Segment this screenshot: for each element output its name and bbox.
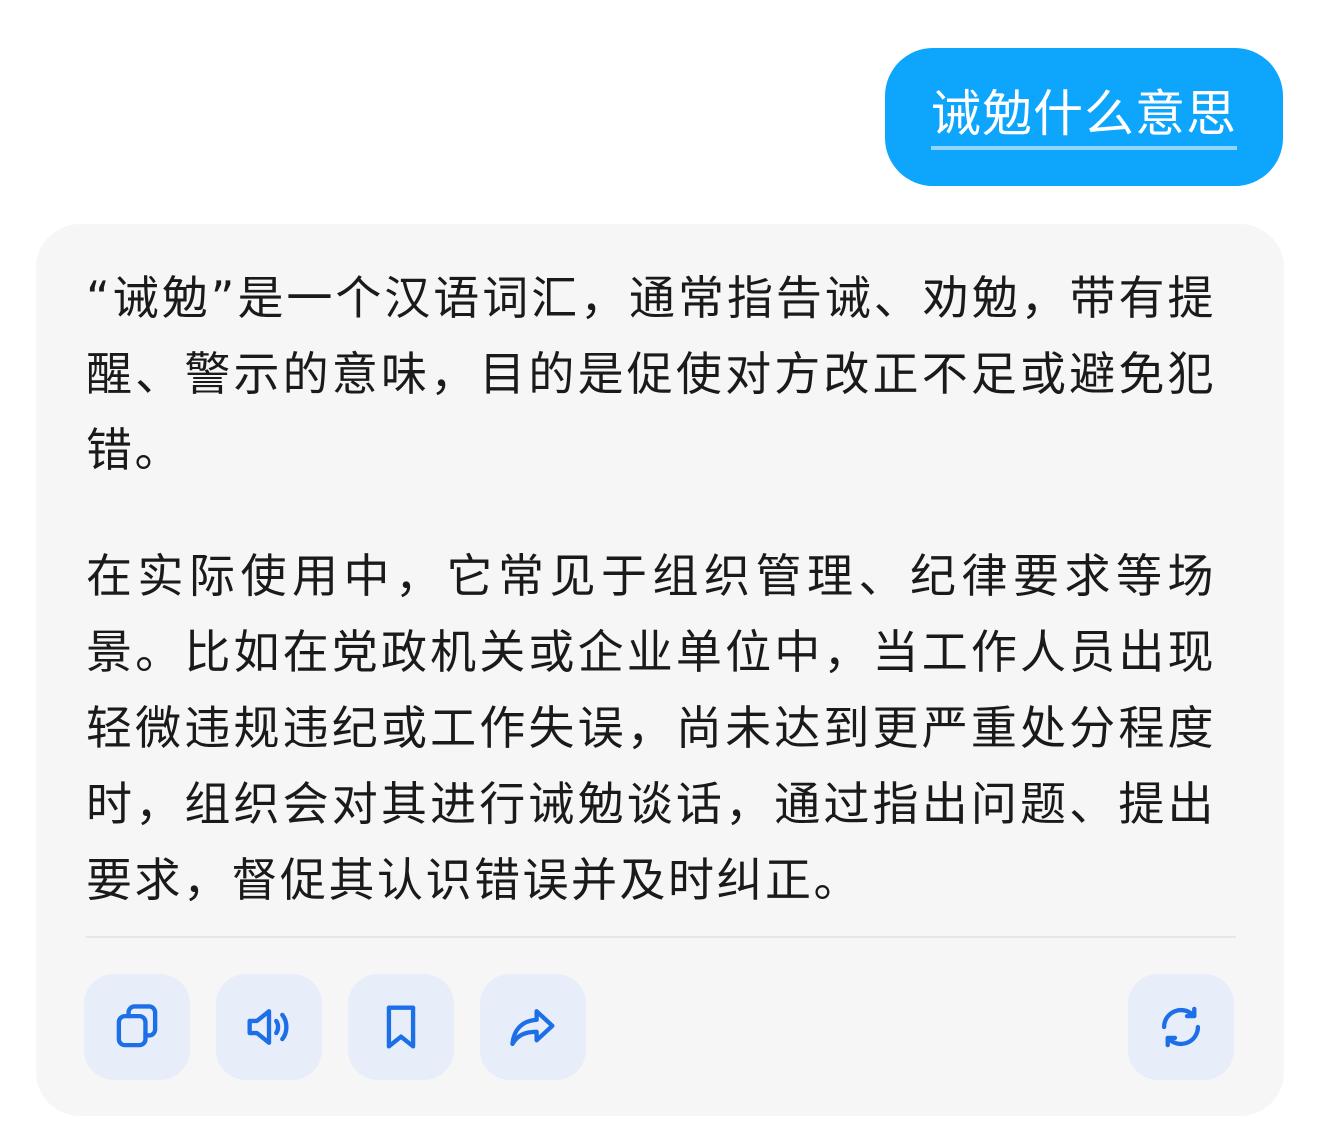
reply-paragraph-1: “诫勉”是一个汉语词汇，通常指告诫、劝勉，带有提醒、警示的意味，目的是促使对方改… <box>86 271 1216 477</box>
bookmark-icon <box>386 1005 416 1049</box>
share-icon <box>510 1009 555 1047</box>
copy-button[interactable] <box>84 974 190 1080</box>
share-button[interactable] <box>480 974 586 1080</box>
copy-icon <box>116 1004 158 1048</box>
assistant-reply-body: “诫勉”是一个汉语词汇，通常指告诫、劝勉，带有提醒、警示的意味，目的是促使对方改… <box>86 260 1216 918</box>
assistant-reply-card: “诫勉”是一个汉语词汇，通常指告诫、劝勉，带有提醒、警示的意味，目的是促使对方改… <box>36 224 1284 1116</box>
reply-divider <box>86 936 1236 938</box>
user-message-bubble[interactable]: 诫勉什么意思 <box>885 48 1283 186</box>
user-message-text[interactable]: 诫勉什么意思 <box>931 84 1237 150</box>
read-aloud-button[interactable] <box>216 974 322 1080</box>
chat-screen: 诫勉什么意思 “诫勉”是一个汉语词汇，通常指告诫、劝勉，带有提醒、警示的意味，目… <box>0 0 1320 1139</box>
regenerate-button[interactable] <box>1128 974 1234 1080</box>
refresh-icon <box>1161 1006 1201 1048</box>
bookmark-button[interactable] <box>348 974 454 1080</box>
speaker-icon <box>247 1009 289 1045</box>
reply-paragraph-2: 在实际使用中，它常见于组织管理、纪律要求等场景。比如在党政机关或企业单位中，当工… <box>86 549 1216 907</box>
